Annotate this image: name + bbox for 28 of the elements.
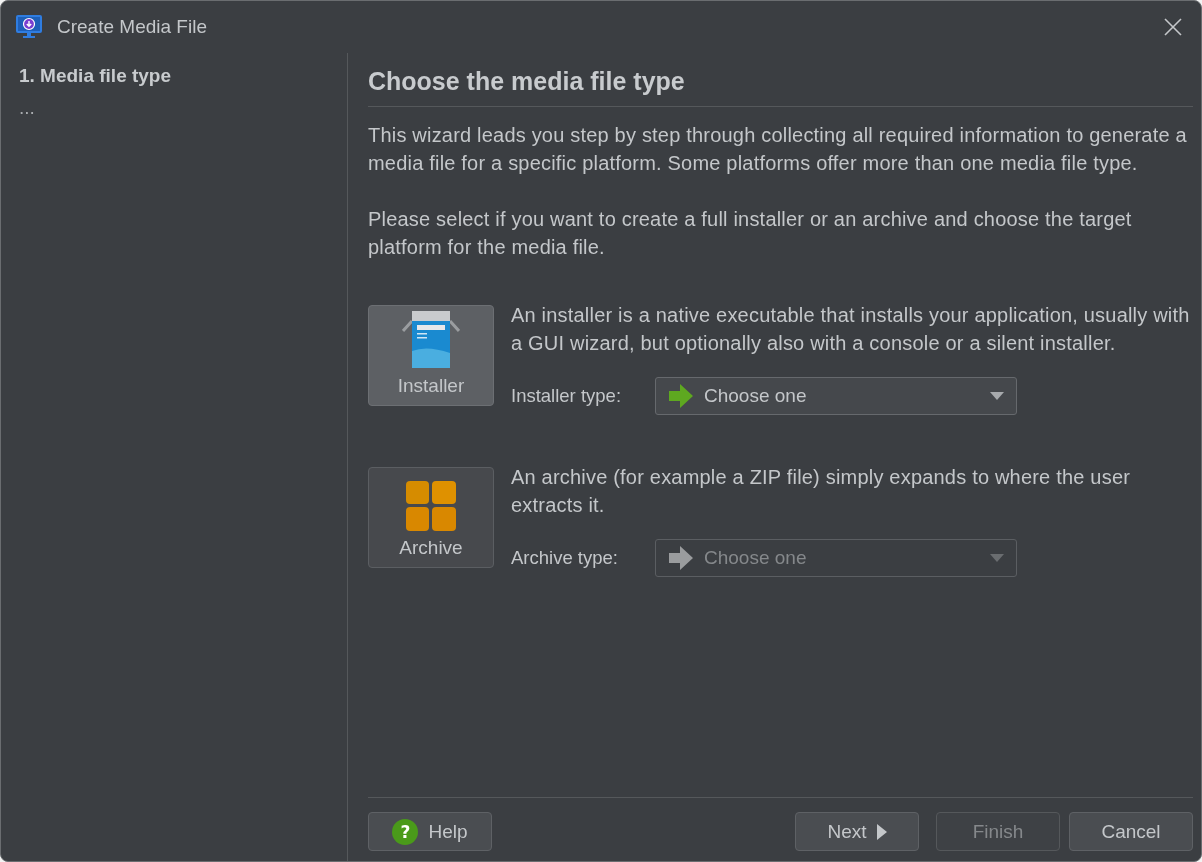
description-text: This wizard leads you step by step through collecting all required information to generate a media file for a specific platform. Some platforms offer more than one media file type. — [368, 123, 1188, 176]
caret-icon — [990, 554, 1004, 562]
wizard-step[interactable]: ... — [19, 97, 329, 119]
field-label: Installer type: — [511, 385, 623, 407]
arrow-icon — [668, 383, 694, 409]
monitor-icon — [15, 14, 43, 40]
dropdown-value: Choose one — [704, 385, 808, 407]
box-icon — [402, 311, 460, 369]
installer-option-button[interactable]: Installer — [368, 305, 494, 406]
close-icon — [1163, 17, 1183, 37]
wizard-step[interactable]: 1. Media file type — [19, 65, 329, 87]
next-button[interactable]: Next — [795, 812, 919, 851]
help-icon: ? — [392, 818, 419, 845]
description-text: Please select if you want to create a full installer or an archive and choose the target platform for the media file. — [368, 207, 1133, 260]
grid-icon — [406, 481, 456, 531]
type-dropdown[interactable]: Choose one — [655, 377, 1017, 415]
archive-option-button[interactable]: Archive — [368, 467, 494, 568]
dropdown-value: Choose one — [704, 547, 808, 569]
arrow-icon — [668, 545, 694, 571]
help-button[interactable]: ? Help — [368, 812, 492, 851]
cancel-button[interactable]: Cancel — [1069, 812, 1193, 851]
option-description: An archive (for example a ZIP file) simply expands to where the user extracts it. — [511, 465, 1132, 518]
page-heading: Choose the media file type — [368, 67, 1193, 107]
caret-icon — [990, 392, 1004, 400]
play-icon — [876, 823, 887, 840]
window-title: Create Media File — [57, 16, 208, 38]
option-description: An installer is a native executable that installs your application, usually with a GUI wizard, but optionally also with a console or a silent installer. — [511, 303, 1191, 356]
field-label: Archive type: — [511, 547, 619, 569]
